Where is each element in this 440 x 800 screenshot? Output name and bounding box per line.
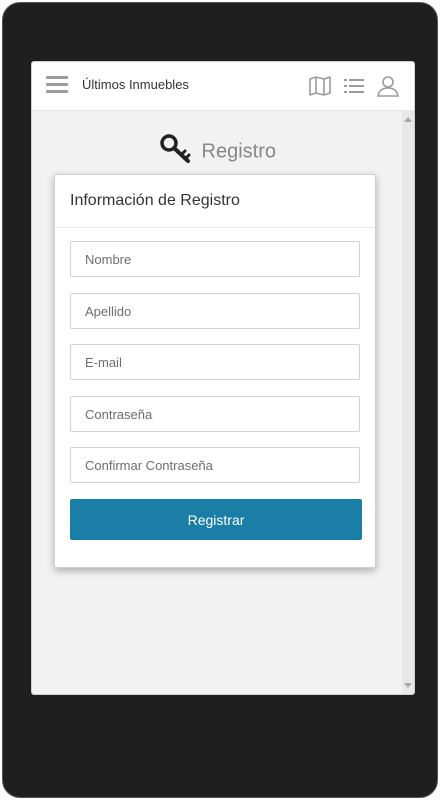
page-title: Registro xyxy=(201,140,277,163)
app-title: Últimos Inmuebles xyxy=(82,77,189,92)
device-frame: Últimos Inmuebles Registro Información d… xyxy=(2,2,438,798)
user-icon[interactable] xyxy=(376,74,400,98)
menu-icon[interactable] xyxy=(46,76,68,94)
page-heading: Registro xyxy=(32,134,404,166)
map-icon[interactable] xyxy=(308,74,332,98)
nombre-field[interactable] xyxy=(70,241,360,277)
scroll-up-arrow-icon[interactable] xyxy=(404,117,412,122)
password-field[interactable] xyxy=(70,396,360,432)
app-screen: Últimos Inmuebles Registro Información d… xyxy=(31,61,415,695)
email-field[interactable] xyxy=(70,344,360,380)
registration-card: Información de Registro Registrar xyxy=(54,174,376,568)
card-title: Información de Registro xyxy=(55,175,375,228)
key-icon xyxy=(160,134,192,170)
apellido-field[interactable] xyxy=(70,293,360,329)
list-icon[interactable] xyxy=(342,74,366,98)
confirm-password-field[interactable] xyxy=(70,447,360,483)
register-button[interactable]: Registrar xyxy=(70,499,362,540)
top-bar: Últimos Inmuebles xyxy=(32,62,414,111)
scrollbar[interactable] xyxy=(402,110,414,694)
scroll-down-arrow-icon[interactable] xyxy=(404,683,412,688)
